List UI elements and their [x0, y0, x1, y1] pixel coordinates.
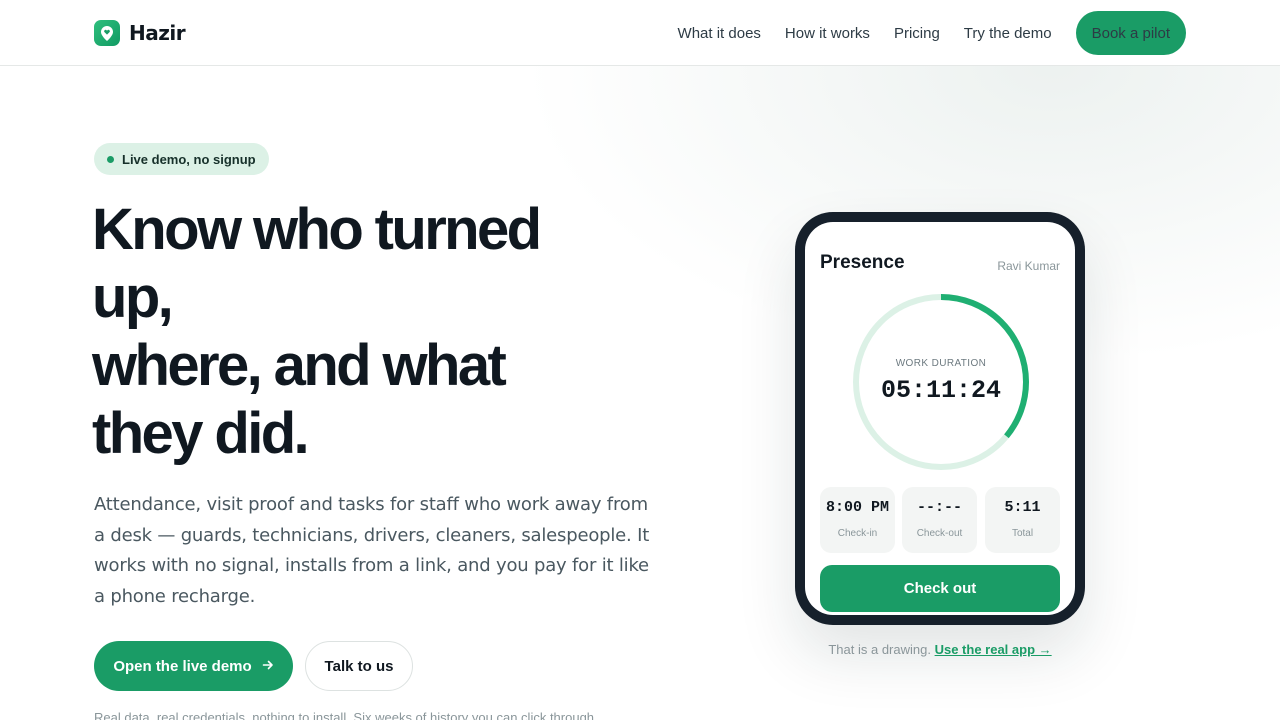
live-demo-badge: Live demo, no signup: [94, 143, 269, 175]
work-duration-value: 05:11:24: [880, 376, 1002, 405]
phone-caption: That is a drawing. Use the real app →: [795, 642, 1085, 657]
main-nav: What it does How it works Pricing Try th…: [678, 11, 1186, 55]
stat-value: 5:11: [1004, 499, 1041, 516]
stat-label: Total: [1011, 528, 1034, 539]
stat-label: Check-in: [837, 528, 878, 539]
hero-title-line: they did.: [92, 401, 310, 466]
stat-total: 5:11 Total: [985, 487, 1060, 553]
phone-mockup: Presence Ravi Kumar WORK DURATION 05:11:…: [795, 212, 1085, 625]
use-real-app-link[interactable]: Use the real app →: [935, 642, 1052, 657]
top-navbar: Hazir What it does How it works Pricing …: [0, 0, 1280, 66]
open-live-demo-label: Open the live demo: [113, 657, 252, 675]
nav-link-try-the-demo[interactable]: Try the demo: [964, 25, 1052, 42]
book-a-pilot-button[interactable]: Book a pilot: [1075, 11, 1186, 55]
fine-print: Real data, real credentials, nothing to …: [94, 710, 598, 720]
open-live-demo-button[interactable]: Open the live demo: [94, 641, 293, 691]
caption-text: That is a drawing.: [828, 642, 931, 657]
hero-title-line: where, and what: [92, 333, 507, 398]
work-duration-label: WORK DURATION: [895, 358, 987, 369]
check-out-button[interactable]: Check out: [820, 565, 1060, 612]
hero-title-line: Know who turned: [92, 197, 542, 262]
brand-logo[interactable]: Hazir: [94, 20, 186, 46]
stat-check-out: --:-- Check-out: [902, 487, 977, 553]
hero-title: Know who turned up, where, and what they…: [92, 196, 652, 468]
brand-name: Hazir: [129, 21, 186, 45]
hero-title-line: up,: [92, 265, 174, 330]
nav-link-how-it-works[interactable]: How it works: [785, 25, 870, 42]
talk-to-us-button[interactable]: Talk to us: [305, 641, 413, 691]
stat-check-in: 8:00 PM Check-in: [820, 487, 895, 553]
phone-user-name: Ravi Kumar: [997, 259, 1060, 273]
phone-title: Presence: [820, 252, 905, 273]
stat-label: Check-out: [916, 528, 963, 539]
status-dot-icon: [107, 155, 114, 163]
arrow-right-icon: [262, 658, 274, 675]
stat-value: 8:00 PM: [825, 499, 889, 516]
map-pin-heart-icon: [94, 20, 120, 46]
nav-link-pricing[interactable]: Pricing: [894, 25, 940, 42]
stat-value: --:--: [916, 499, 962, 516]
badge-label: Live demo, no signup: [122, 151, 256, 167]
hero-description: Attendance, visit proof and tasks for st…: [94, 494, 650, 607]
phone-screen: Presence Ravi Kumar WORK DURATION 05:11:…: [805, 222, 1075, 615]
nav-link-what-it-does[interactable]: What it does: [678, 25, 761, 42]
